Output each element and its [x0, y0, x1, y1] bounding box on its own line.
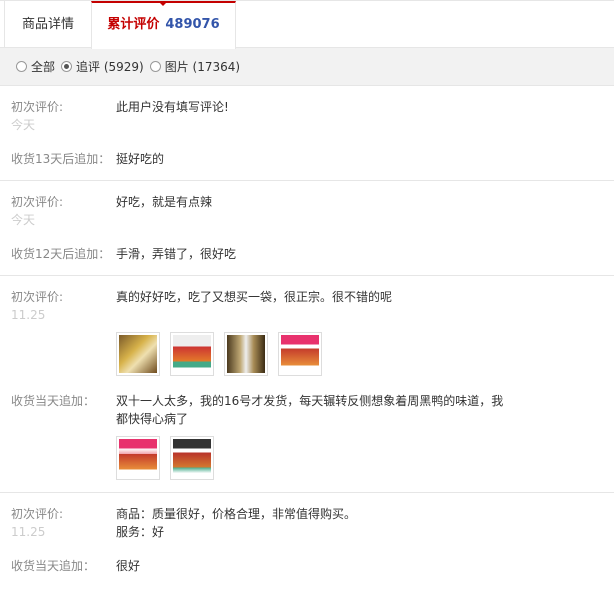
initial-review-label: 初次评价:: [11, 195, 64, 209]
radio-pictures[interactable]: [149, 61, 161, 72]
initial-review-label: 初次评价:: [11, 290, 64, 304]
filter-pictures[interactable]: 图片 (17364): [149, 58, 241, 75]
tab-bar: 商品详情 累计评价 489076: [0, 0, 614, 49]
initial-review-product-line: 商品：质量很好，价格合理，非常值得购买。: [116, 507, 357, 521]
review-date: 11.25: [11, 525, 46, 539]
followup-text: 双十一人太多，我的16号才发货，每天辗转反侧想象着周黑鸭的味道，我都快得心病了: [116, 394, 504, 426]
review-item: 初次评价: 11.25 商品：质量很好，价格合理，非常值得购买。 服务：好 收货…: [0, 493, 614, 587]
followup-text: 很好: [116, 559, 141, 573]
review-filter-bar: 全部 追评 (5929) 图片 (17364): [0, 48, 614, 86]
review-photo-thumbnail[interactable]: [278, 332, 322, 376]
initial-review-text: 好吃，就是有点辣: [116, 195, 213, 209]
followup-text: 挺好吃的: [116, 152, 165, 166]
review-photo-thumbnail[interactable]: [224, 332, 268, 376]
initial-review: 初次评价: 11.25 真的好好吃，吃了又想买一袋，很正宗。很不错的呢: [0, 288, 614, 376]
filter-followup-label: 追评 (5929): [76, 60, 144, 74]
initial-review-label: 初次评价:: [11, 100, 64, 114]
initial-review-photos: [116, 332, 614, 376]
initial-review: 初次评价: 今天 此用户没有填写评论!: [0, 98, 614, 134]
followup-label: 收货13天后追加：: [11, 152, 111, 166]
followup-text: 手滑，弄错了，很好吃: [116, 247, 237, 261]
filter-pictures-label: 图片 (17364): [164, 60, 241, 74]
filter-all-label: 全部: [31, 60, 56, 74]
followup-review: 收货当天追加： 很好: [0, 557, 614, 575]
review-date: 11.25: [11, 308, 46, 322]
radio-followup[interactable]: [61, 61, 73, 72]
review-photo-thumbnail[interactable]: [116, 332, 160, 376]
filter-all[interactable]: 全部: [16, 58, 55, 75]
initial-review-service-line: 服务：好: [116, 525, 165, 539]
followup-review: 收货当天追加： 双十一人太多，我的16号才发货，每天辗转反侧想象着周黑鸭的味道，…: [0, 392, 614, 480]
followup-review: 收货13天后追加： 挺好吃的: [0, 150, 614, 168]
initial-review-label: 初次评价:: [11, 507, 64, 521]
review-photo-thumbnail[interactable]: [170, 332, 214, 376]
followup-review: 收货12天后追加： 手滑，弄错了，很好吃: [0, 245, 614, 263]
review-item: 初次评价: 今天 此用户没有填写评论! 收货13天后追加： 挺好吃的: [0, 86, 614, 181]
active-tab-indicator: [158, 1, 168, 6]
radio-all[interactable]: [16, 61, 27, 72]
review-photo-thumbnail[interactable]: [116, 436, 160, 480]
tab-reviews[interactable]: 累计评价 489076: [91, 1, 236, 49]
initial-review: 初次评价: 今天 好吃，就是有点辣: [0, 193, 614, 229]
filter-followup[interactable]: 追评 (5929): [61, 58, 144, 75]
review-item: 初次评价: 11.25 真的好好吃，吃了又想买一袋，很正宗。很不错的呢 收货当天…: [0, 276, 614, 493]
tab-product-details[interactable]: 商品详情: [4, 1, 92, 48]
followup-photos: [116, 436, 614, 480]
review-photo-thumbnail[interactable]: [170, 436, 214, 480]
tab-reviews-label: 累计评价: [107, 17, 160, 32]
initial-review: 初次评价: 11.25 商品：质量很好，价格合理，非常值得购买。 服务：好: [0, 505, 614, 541]
initial-review-text: 真的好好吃，吃了又想买一袋，很正宗。很不错的呢: [116, 290, 393, 304]
review-date: 今天: [11, 118, 36, 132]
initial-review-text: 此用户没有填写评论!: [116, 100, 229, 114]
review-item: 初次评价: 今天 好吃，就是有点辣 收货12天后追加： 手滑，弄错了，很好吃: [0, 181, 614, 276]
followup-label: 收货当天追加：: [11, 394, 96, 408]
review-date: 今天: [11, 213, 36, 227]
followup-label: 收货当天追加：: [11, 559, 96, 573]
initial-review-text: 商品：质量很好，价格合理，非常值得购买。 服务：好: [116, 505, 614, 541]
review-list: 初次评价: 今天 此用户没有填写评论! 收货13天后追加： 挺好吃的 初次评价:…: [0, 86, 614, 587]
tab-reviews-count: 489076: [165, 17, 220, 32]
followup-label: 收货12天后追加：: [11, 247, 111, 261]
